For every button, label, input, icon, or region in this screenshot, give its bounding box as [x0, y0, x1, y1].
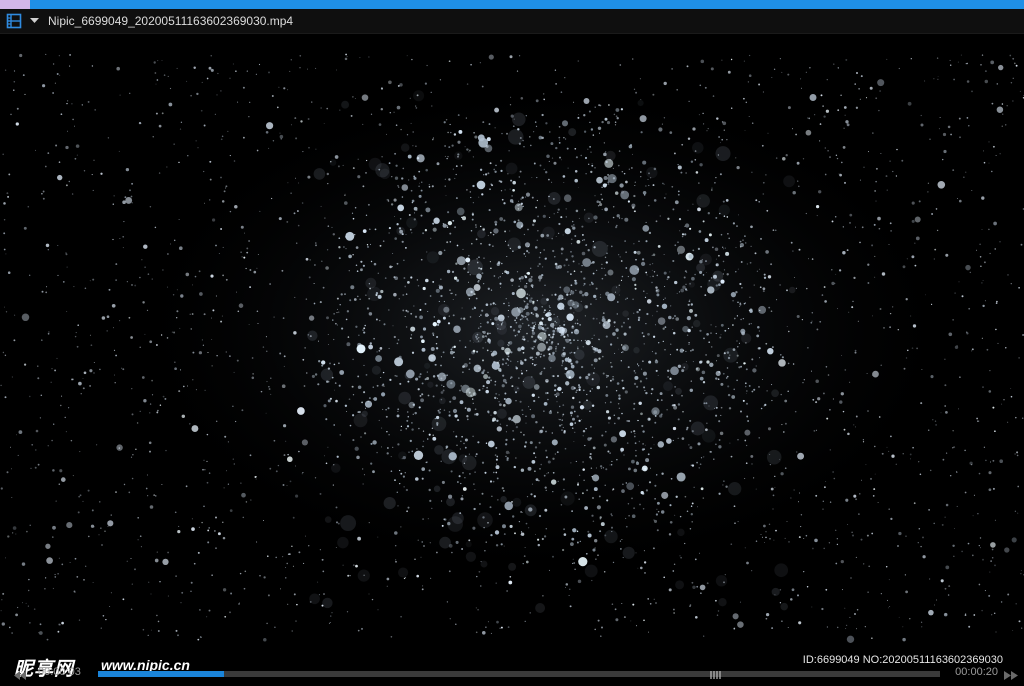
window-top-border — [0, 0, 1024, 9]
drag-handle-icon[interactable] — [708, 667, 726, 679]
total-time: 00:00:20 — [955, 666, 998, 678]
title-bar: Nipic_6699049_20200511163602369030.mp4 — [0, 9, 1024, 34]
progress-fill — [98, 671, 225, 677]
film-strip-icon[interactable] — [6, 13, 22, 29]
video-content — [0, 34, 1024, 650]
rewind-icon[interactable] — [14, 668, 26, 680]
current-time: 00:00:03 — [38, 666, 81, 678]
window-top-accent — [0, 0, 30, 9]
watermark-id: ID:6699049 NO:20200511163602369030 — [802, 654, 1003, 666]
video-frame[interactable] — [0, 34, 1024, 650]
playback-controls: 00:00:03 00:00:20 — [0, 666, 1024, 680]
file-name: Nipic_6699049_20200511163602369030.mp4 — [48, 14, 294, 28]
progress-bar[interactable] — [98, 671, 940, 677]
chevron-down-icon[interactable] — [28, 15, 40, 27]
fast-forward-icon[interactable] — [1004, 668, 1018, 680]
